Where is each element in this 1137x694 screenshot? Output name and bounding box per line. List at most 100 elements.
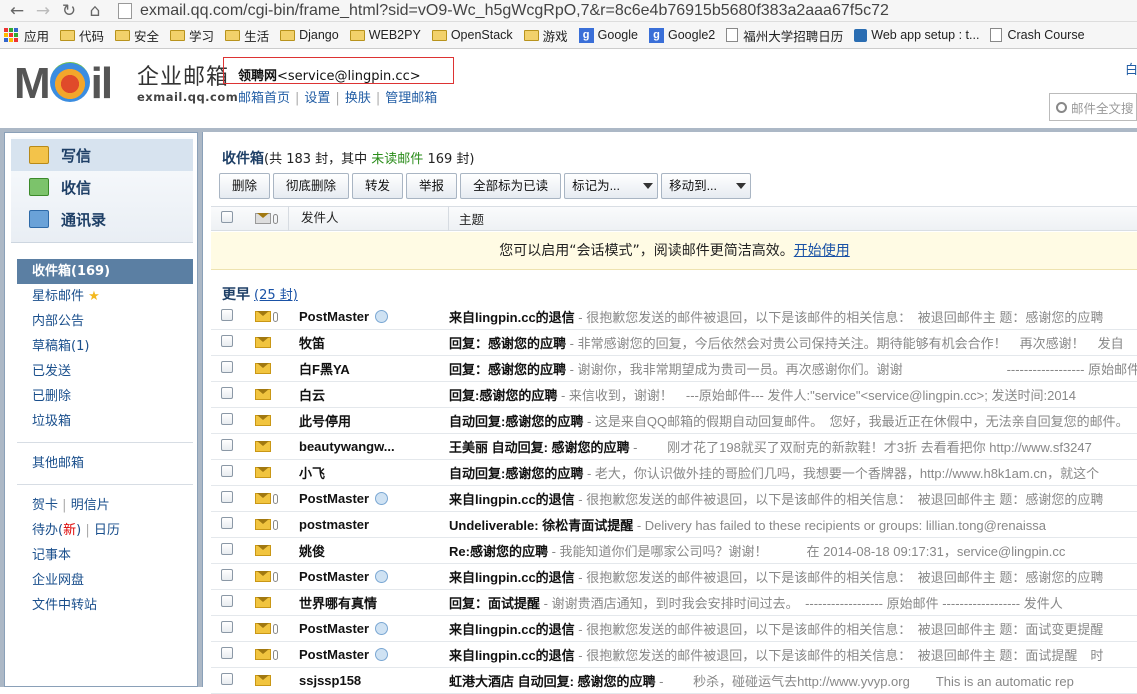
table-row[interactable]: 牧笛 回复：感谢您的应聘 - 非常感谢您的回复，今后依然会对贵公司保持关注。期待能… xyxy=(211,330,1137,356)
compose-button[interactable]: 写信 xyxy=(11,139,193,171)
link-settings[interactable]: 设置 xyxy=(304,91,330,106)
move-to-dropdown[interactable]: 移动到... xyxy=(661,173,752,199)
folder-inbox[interactable]: 收件箱(169) xyxy=(17,259,193,284)
table-row[interactable]: 白F黑YA 回复：感谢您的应聘 - 谢谢你，我非常期望成为贵司一员。再次感谢你们。… xyxy=(211,356,1137,382)
link-mail-home[interactable]: 邮箱首页 xyxy=(238,91,290,106)
unread-envelope-icon xyxy=(255,311,271,322)
row-checkbox[interactable] xyxy=(221,517,233,529)
table-row[interactable]: beautywangw... 王美丽 自动回复: 感谢您的应聘 - 刚才花了198… xyxy=(211,434,1137,460)
row-checkbox[interactable] xyxy=(221,595,233,607)
table-row[interactable]: PostMaster 来自lingpin.cc的退信 - 很抱歉您发送的邮件被退回… xyxy=(211,304,1137,330)
mark-all-read-button[interactable]: 全部标为已读 xyxy=(460,173,562,199)
search-input[interactable]: 邮件全文搜 xyxy=(1049,93,1137,121)
row-checkbox[interactable] xyxy=(221,647,233,659)
table-row[interactable]: PostMaster 来自lingpin.cc的退信 - 很抱歉您发送的邮件被退回… xyxy=(211,486,1137,512)
link-manage[interactable]: 管理邮箱 xyxy=(385,91,437,106)
bookmark-crash-course[interactable]: Crash Course xyxy=(990,28,1085,42)
table-row[interactable]: 小飞 自动回复:感谢您的应聘 - 老大，你认识做外挂的哥脸们几吗，我想要一个香牌器… xyxy=(211,460,1137,486)
table-row[interactable]: 白云 回复:感谢您的应聘 - 来信收到，谢谢！ ---原始邮件--- 发件人:"s… xyxy=(211,382,1137,408)
bookmark-folder[interactable]: 生活 xyxy=(225,26,269,45)
row-checkbox[interactable] xyxy=(221,361,233,373)
reload-icon[interactable]: ↻ xyxy=(56,0,82,22)
unread-envelope-icon xyxy=(255,493,271,504)
row-checkbox[interactable] xyxy=(221,439,233,451)
row-checkbox[interactable] xyxy=(221,569,233,581)
table-row[interactable]: 世界哪有真情 回复：面试提醒 - 谢谢贵酒店通知，到时我会安排时间过去。 ----… xyxy=(211,590,1137,616)
extras-cards: 贺卡 | 明信片 xyxy=(32,498,110,513)
home-icon[interactable]: ⌂ xyxy=(82,0,108,22)
start-using-link[interactable]: 开始使用 xyxy=(794,243,850,259)
row-checkbox[interactable] xyxy=(221,335,233,347)
folder-spam[interactable]: 垃圾箱 xyxy=(17,409,193,434)
table-row[interactable]: 此号停用 自动回复:感谢您的应聘 - 这是来自QQ邮箱的假期自动回复邮件。 您好，… xyxy=(211,408,1137,434)
folder-other-mailboxes[interactable]: 其他邮箱 xyxy=(17,451,193,476)
url-field[interactable]: exmail.qq.com/cgi-bin/frame_html?sid=vO9… xyxy=(118,0,1137,22)
row-checkbox[interactable] xyxy=(221,387,233,399)
bookmark-folder[interactable]: 安全 xyxy=(115,26,159,45)
bookmark-folder[interactable]: OpenStack xyxy=(431,28,513,42)
select-all-checkbox[interactable] xyxy=(221,211,233,223)
group-count-link[interactable]: (25 封) xyxy=(254,288,298,303)
contacts-icon xyxy=(29,210,49,228)
delete-permanently-button[interactable]: 彻底删除 xyxy=(273,173,350,199)
row-checkbox[interactable] xyxy=(221,543,233,555)
table-row[interactable]: postmaster Undeliverable: 徐松青面试提醒 - Deliv… xyxy=(211,512,1137,538)
row-checkbox[interactable] xyxy=(221,309,233,321)
folder-drafts[interactable]: 草稿箱(1) xyxy=(17,334,193,359)
link-notes[interactable]: 记事本 xyxy=(17,543,193,568)
forward-button[interactable]: 转发 xyxy=(352,173,404,199)
contacts-button[interactable]: 通讯录 xyxy=(11,203,193,235)
table-row[interactable]: PostMaster 来自lingpin.cc的退信 - 很抱歉您发送的邮件被退回… xyxy=(211,616,1137,642)
top-right-link[interactable]: 白 xyxy=(1125,59,1137,78)
attachment-icon xyxy=(273,519,278,530)
receive-button[interactable]: 收信 xyxy=(11,171,193,203)
bookmark-folder[interactable]: 代码 xyxy=(60,26,104,45)
row-subject: 来自lingpin.cc的退信 - 很抱歉您发送的邮件被退回，以下是该邮件的相关… xyxy=(449,648,1104,663)
table-row[interactable]: PostMaster 来自lingpin.cc的退信 - 很抱歉您发送的邮件被退回… xyxy=(211,642,1137,668)
unread-link[interactable]: 未读邮件 xyxy=(371,152,423,167)
row-checkbox[interactable] xyxy=(221,413,233,425)
link-greeting-card[interactable]: 贺卡 xyxy=(32,498,58,513)
bookmark-folder[interactable]: Django xyxy=(280,28,339,42)
link-file-transfer[interactable]: 文件中转站 xyxy=(17,593,193,618)
report-button[interactable]: 举报 xyxy=(406,173,458,199)
bookmarks-bar: 应用 代码 安全 学习 生活 Django WEB2PY OpenStack 游… xyxy=(0,22,1137,49)
bookmark-google2[interactable]: g Google2 xyxy=(648,27,715,43)
google-icon: g xyxy=(578,27,594,43)
col-from[interactable]: 发件人 xyxy=(289,206,449,231)
row-sender: 此号停用 xyxy=(299,414,352,429)
folder-icon xyxy=(170,29,186,41)
bookmark-apps[interactable]: 应用 xyxy=(4,26,49,45)
folder-sent[interactable]: 已发送 xyxy=(17,359,193,384)
back-icon[interactable]: ← xyxy=(4,0,30,22)
table-row[interactable]: PostMaster 来自lingpin.cc的退信 - 很抱歉您发送的邮件被退回… xyxy=(211,564,1137,590)
bookmark-folder[interactable]: WEB2PY xyxy=(349,28,421,42)
folder-announcements[interactable]: 内部公告 xyxy=(17,309,193,334)
delete-button[interactable]: 删除 xyxy=(219,173,271,199)
unread-envelope-icon xyxy=(255,519,271,530)
forward-icon[interactable]: → xyxy=(30,0,56,22)
row-subject: 来自lingpin.cc的退信 - 很抱歉您发送的邮件被退回，以下是该邮件的相关… xyxy=(449,492,1104,507)
bookmark-calendar[interactable]: 福州大学招聘日历 xyxy=(726,26,843,45)
row-checkbox[interactable] xyxy=(221,465,233,477)
folder-deleted[interactable]: 已删除 xyxy=(17,384,193,409)
col-subject[interactable]: 主题 xyxy=(449,209,484,228)
table-row[interactable]: ssjssp158 虹港大酒店 自动回复: 感谢您的应聘 - 秒杀，碰碰运气去ht… xyxy=(211,668,1137,694)
link-netdisk[interactable]: 企业网盘 xyxy=(17,568,193,593)
bookmark-folder[interactable]: 学习 xyxy=(170,26,214,45)
row-checkbox[interactable] xyxy=(221,491,233,503)
link-calendar[interactable]: 日历 xyxy=(94,523,120,538)
bookmark-folder[interactable]: 游戏 xyxy=(523,26,568,45)
mark-as-dropdown[interactable]: 标记为... xyxy=(564,173,659,199)
table-row[interactable]: 姚俊 Re:感谢您的应聘 - 我能知道你们是哪家公司吗？谢谢！ 在 2014-08… xyxy=(211,538,1137,564)
extras-todo: 待办(新) | 日历 xyxy=(32,523,120,538)
row-checkbox[interactable] xyxy=(221,673,233,685)
bookmark-google[interactable]: g Google xyxy=(578,27,638,43)
link-skin[interactable]: 换肤 xyxy=(345,91,371,106)
bookmark-webapp[interactable]: Web app setup : t... xyxy=(854,28,979,42)
row-checkbox[interactable] xyxy=(221,621,233,633)
link-postcard[interactable]: 明信片 xyxy=(71,498,110,513)
row-sender: 世界哪有真情 xyxy=(299,596,378,611)
folder-starred[interactable]: 星标邮件 ★ xyxy=(17,284,193,309)
link-todo[interactable]: 待办(新) xyxy=(32,523,81,538)
